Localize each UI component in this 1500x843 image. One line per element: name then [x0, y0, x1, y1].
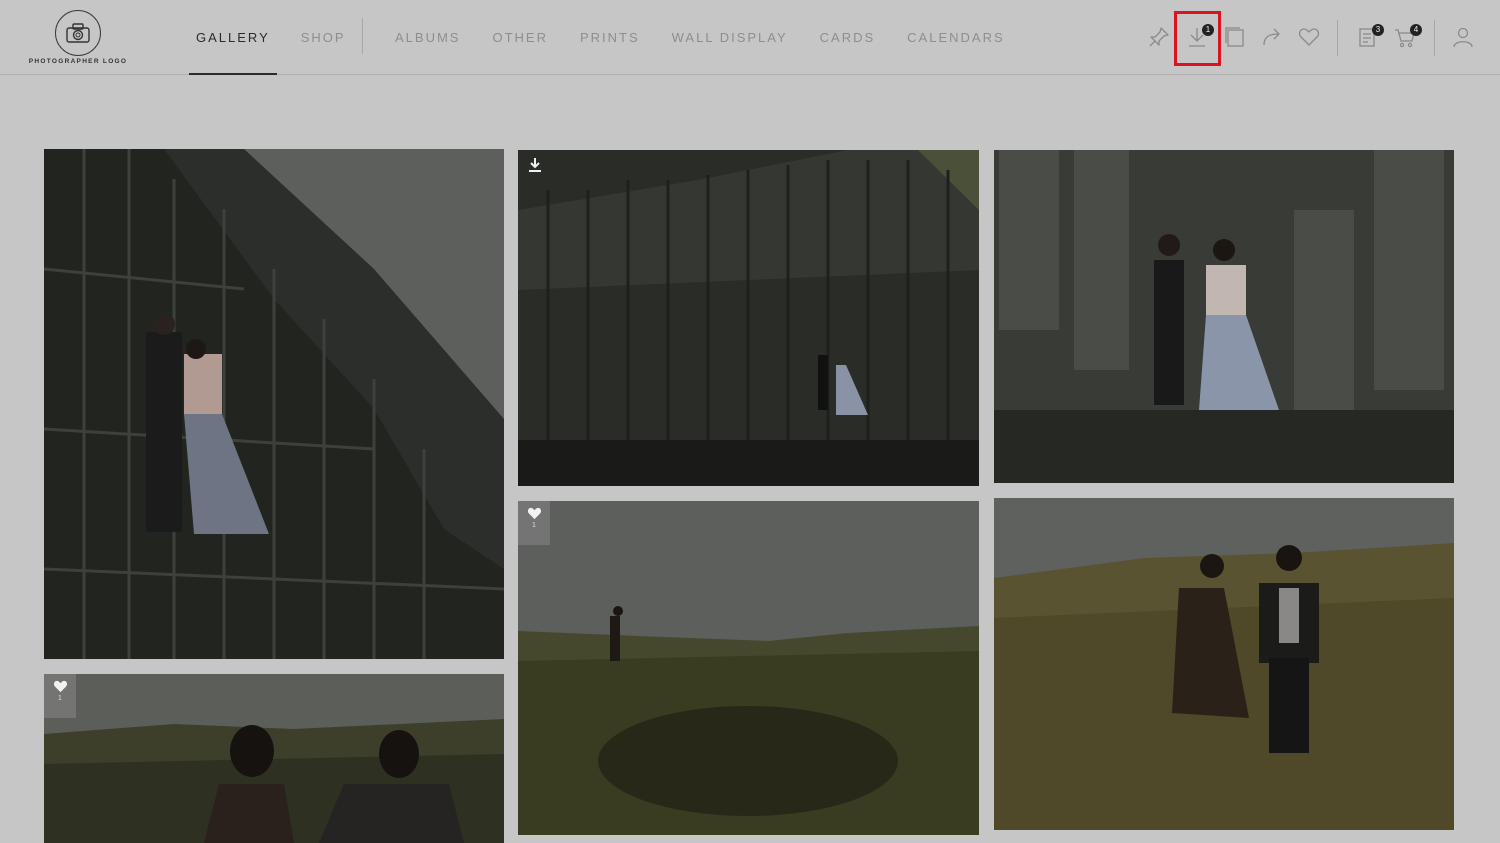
- nav-divider: [362, 18, 363, 54]
- photographer-logo[interactable]: PHOTOGRAPHER LOGO: [25, 8, 131, 68]
- tab-gallery[interactable]: GALLERY: [189, 0, 277, 75]
- share-icon: [1263, 28, 1280, 46]
- primary-nav: GALLERY SHOP: [189, 0, 346, 75]
- cart-count-badge: 4: [1410, 24, 1422, 36]
- pin-icon: [1149, 27, 1169, 47]
- nav-item-cards[interactable]: CARDS: [820, 0, 876, 75]
- account-button[interactable]: [1448, 20, 1478, 54]
- heart-icon: [53, 680, 67, 693]
- gallery-photo[interactable]: [518, 150, 979, 486]
- nav-item-prints[interactable]: PRINTS: [580, 0, 640, 75]
- pin-button[interactable]: [1144, 20, 1174, 54]
- moss-field-walking-image: [518, 501, 979, 835]
- tab-shop[interactable]: SHOP: [301, 0, 346, 75]
- top-nav-bar: PHOTOGRAPHER LOGO GALLERY SHOP ALBUMS OT…: [0, 0, 1500, 75]
- heart-icon: [1298, 28, 1320, 46]
- nav-item-other[interactable]: OTHER: [492, 0, 548, 75]
- gallery-photo[interactable]: 1: [44, 674, 504, 843]
- logo-text: PHOTOGRAPHER LOGO: [28, 58, 128, 65]
- basalt-wall-image: [518, 150, 979, 486]
- slideshow-button[interactable]: [1220, 20, 1250, 54]
- nav-item-calendars[interactable]: CALENDARS: [907, 0, 1004, 75]
- heart-icon: [527, 507, 541, 520]
- favorites-button[interactable]: [1294, 20, 1324, 54]
- favorite-overlay-button[interactable]: 1: [44, 674, 76, 718]
- toolbar-divider: [1337, 20, 1338, 56]
- slideshow-icon: [1225, 27, 1244, 47]
- gallery-photo[interactable]: [994, 150, 1454, 483]
- basalt-couple-stepping-image: [994, 150, 1454, 483]
- camera-logo-icon: [55, 10, 101, 56]
- basalt-cliff-couple-image: [44, 149, 504, 659]
- favorite-count: 1: [532, 522, 536, 529]
- download-overlay-button[interactable]: [526, 156, 544, 174]
- couple-holding-hands-field-image: [994, 498, 1454, 830]
- share-button[interactable]: [1257, 20, 1287, 54]
- nav-item-wall-display[interactable]: WALL DISPLAY: [672, 0, 788, 75]
- account-icon: [1453, 27, 1473, 48]
- gallery-photo[interactable]: [994, 498, 1454, 830]
- orders-count-badge: 3: [1372, 24, 1384, 36]
- nav-item-albums[interactable]: ALBUMS: [395, 0, 460, 75]
- cart-button[interactable]: 4: [1390, 20, 1422, 54]
- favorite-overlay-button[interactable]: 1: [518, 501, 550, 545]
- couple-fjord-back-image: [44, 674, 504, 843]
- toolbar-divider: [1434, 20, 1435, 56]
- gallery-photo[interactable]: [44, 149, 504, 659]
- gallery-photo[interactable]: 1: [518, 501, 979, 835]
- download-icon: [529, 158, 541, 172]
- highlight-box: [1174, 11, 1221, 66]
- orders-button[interactable]: 3: [1352, 20, 1384, 54]
- favorite-count: 1: [58, 695, 62, 702]
- secondary-nav: ALBUMS OTHER PRINTS WALL DISPLAY CARDS C…: [395, 0, 1005, 75]
